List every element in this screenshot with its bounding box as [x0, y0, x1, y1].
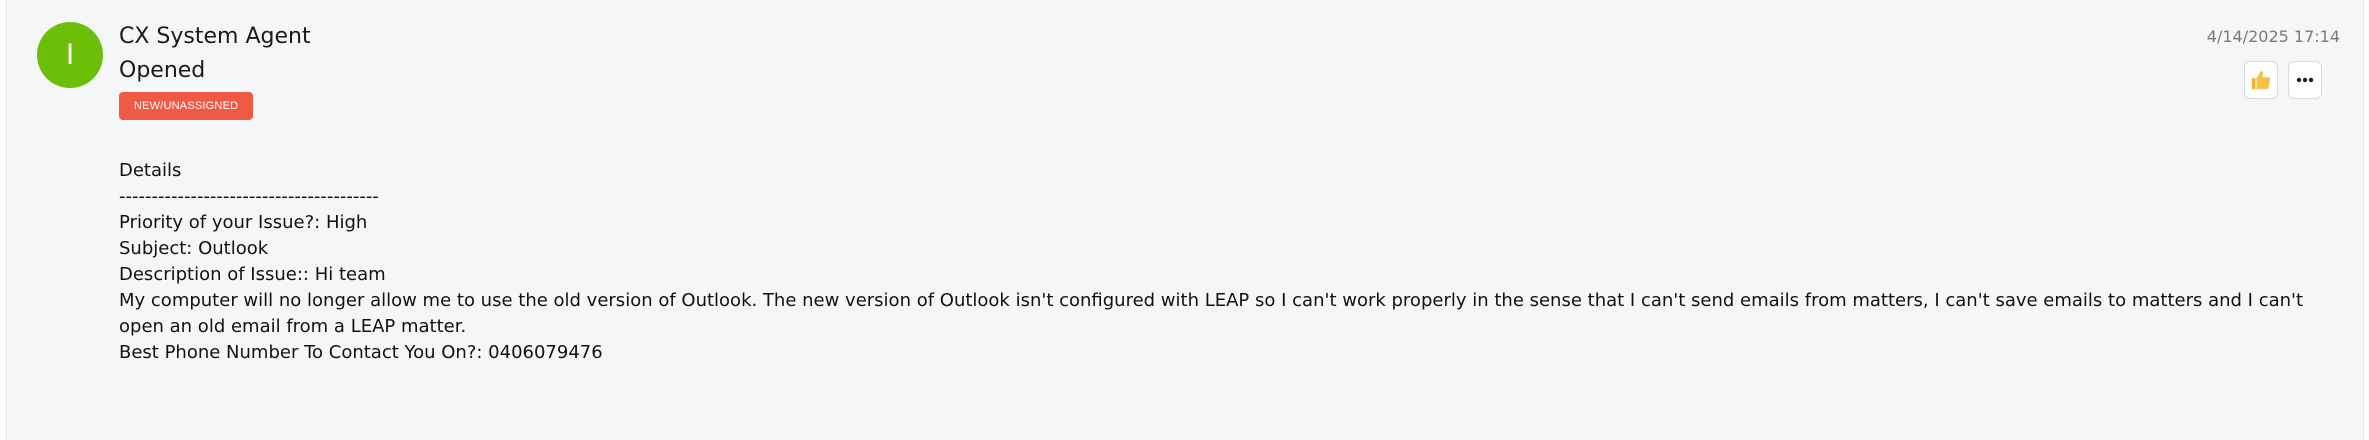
phone-line: Best Phone Number To Contact You On?: 04… [119, 342, 603, 363]
details-heading: Details [119, 160, 182, 181]
activity-entry-card: I CX System Agent Opened NEW/UNASSIGNED … [6, 0, 2364, 440]
description-body: My computer will no longer allow me to u… [119, 290, 2309, 337]
like-button[interactable] [2244, 61, 2278, 99]
entry-header: CX System Agent Opened NEW/UNASSIGNED [119, 20, 311, 120]
author-name: CX System Agent [119, 24, 311, 49]
details-body: Details --------------------------------… [119, 158, 2329, 366]
entry-timestamp: 4/14/2025 17:14 [2206, 27, 2340, 46]
description-label: Description of Issue:: Hi team [119, 264, 386, 285]
details-divider: ---------------------------------------- [119, 186, 379, 207]
avatar: I [37, 22, 103, 88]
priority-line: Priority of your Issue?: High [119, 212, 368, 233]
entry-action: Opened [119, 58, 206, 83]
subject-line: Subject: Outlook [119, 238, 269, 259]
more-options-button[interactable] [2288, 61, 2322, 99]
status-badge: NEW/UNASSIGNED [119, 92, 254, 120]
